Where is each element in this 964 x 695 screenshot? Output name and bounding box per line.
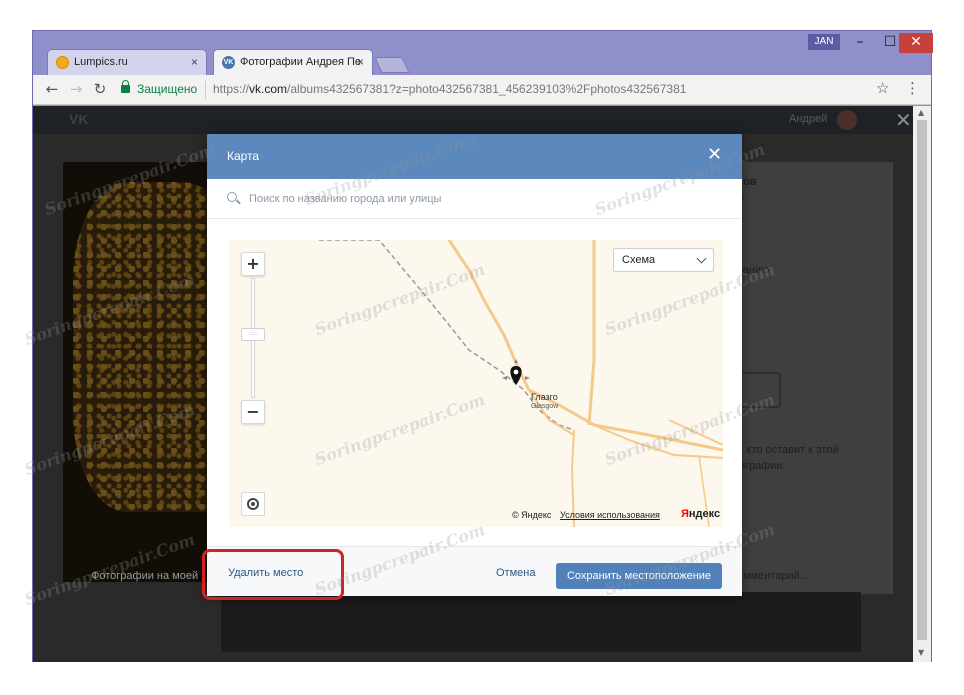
new-tab-button[interactable] bbox=[374, 57, 410, 73]
dialog-header: Карта ✕ bbox=[207, 134, 742, 179]
map-type-value: Схема bbox=[622, 254, 656, 266]
scrollbar[interactable]: ▲ ▼ bbox=[913, 106, 931, 662]
zoom-in-button[interactable]: + bbox=[241, 252, 265, 276]
zoom-slider-handle[interactable]: :::: bbox=[241, 328, 265, 341]
tab-vk-photos[interactable]: VK Фотографии Андрея Пе × bbox=[213, 49, 373, 75]
city-label-en: Glasgow bbox=[531, 403, 559, 410]
search-row bbox=[207, 179, 742, 219]
secure-label[interactable]: Защищено bbox=[137, 82, 197, 96]
scroll-up-icon[interactable]: ▲ bbox=[918, 108, 924, 117]
zoom-out-button[interactable]: − bbox=[241, 400, 265, 424]
scroll-down-icon[interactable]: ▼ bbox=[918, 648, 924, 657]
tab-lumpics[interactable]: Lumpics.ru × bbox=[47, 49, 207, 75]
map-copyright: © Яндекс bbox=[512, 510, 552, 520]
scroll-thumb[interactable] bbox=[917, 120, 927, 640]
cancel-button[interactable]: Отмена bbox=[496, 567, 535, 579]
geolocation-icon bbox=[247, 498, 259, 510]
tab-close-icon[interactable]: × bbox=[191, 50, 198, 74]
map-dialog: Карта ✕ + :::: − bbox=[207, 134, 742, 596]
reload-icon[interactable]: ↻ bbox=[91, 80, 109, 98]
tab-title: Фотографии Андрея Пе bbox=[240, 56, 362, 68]
forward-arrow-icon[interactable]: → bbox=[67, 80, 85, 98]
bookmark-star-icon[interactable]: ☆ bbox=[876, 79, 889, 97]
empty-comments-text: вым, кто оставит к этой фотографии. bbox=[719, 444, 839, 472]
search-icon bbox=[227, 192, 237, 202]
photo-thumbnails bbox=[221, 592, 861, 652]
dialog-close-icon[interactable]: ✕ bbox=[707, 144, 722, 166]
minimize-button[interactable]: – bbox=[845, 33, 875, 53]
lumpics-favicon-icon bbox=[56, 56, 69, 69]
chevron-down-icon bbox=[696, 253, 707, 264]
vk-logo[interactable]: VK bbox=[69, 111, 88, 127]
close-window-button[interactable]: ✕ bbox=[899, 33, 933, 53]
search-input[interactable] bbox=[249, 188, 719, 210]
yandex-logo-rest: ндекс bbox=[688, 508, 721, 520]
user-badge[interactable]: JAN bbox=[808, 34, 840, 50]
save-location-button[interactable]: Сохранить местоположение bbox=[556, 563, 722, 589]
geolocation-button[interactable] bbox=[241, 492, 265, 516]
dialog-title: Карта bbox=[227, 149, 260, 163]
map-type-select[interactable]: Схема bbox=[613, 248, 714, 272]
comment-input[interactable]: мментарий... bbox=[743, 570, 809, 582]
url-scheme: https:// bbox=[213, 82, 250, 96]
map[interactable]: + :::: − Схема Глазго Glasgow © Яндекс У… bbox=[229, 240, 723, 527]
vk-header: VK Андрей ✕ bbox=[33, 106, 913, 134]
map-roads bbox=[319, 240, 723, 527]
url-host: vk.com bbox=[249, 82, 288, 96]
title-bar: JAN – ☐ ✕ Lumpics.ru × VK Фотографии Анд… bbox=[33, 31, 933, 75]
tab-title: Lumpics.ru bbox=[74, 56, 128, 68]
photo-caption[interactable]: Фотографии на моей bbox=[91, 570, 198, 582]
vk-favicon-icon: VK bbox=[222, 56, 235, 69]
terms-link[interactable]: Условия использования bbox=[560, 510, 660, 520]
highlight-annotation bbox=[202, 549, 344, 600]
url-field[interactable]: https://vk.com/albums432567381?z=photo43… bbox=[213, 82, 686, 96]
back-arrow-icon[interactable]: ← bbox=[43, 80, 61, 98]
tab-close-icon[interactable]: × bbox=[357, 50, 364, 74]
url-separator bbox=[205, 81, 206, 99]
address-bar: ← → ↻ Защищено https://vk.com/albums4325… bbox=[33, 75, 931, 105]
close-icon[interactable]: ✕ bbox=[895, 108, 912, 132]
browser-menu-icon[interactable]: ⋮ bbox=[905, 79, 920, 97]
city-label: Глазго bbox=[531, 392, 558, 402]
yandex-logo-first: Я bbox=[681, 508, 689, 520]
url-path: /albums432567381?z=photo432567381_456239… bbox=[287, 82, 687, 96]
yandex-logo[interactable]: Яндекс bbox=[681, 508, 720, 520]
lock-icon[interactable] bbox=[121, 80, 130, 93]
vk-user-name[interactable]: Андрей bbox=[789, 113, 827, 125]
avatar[interactable] bbox=[837, 110, 857, 130]
